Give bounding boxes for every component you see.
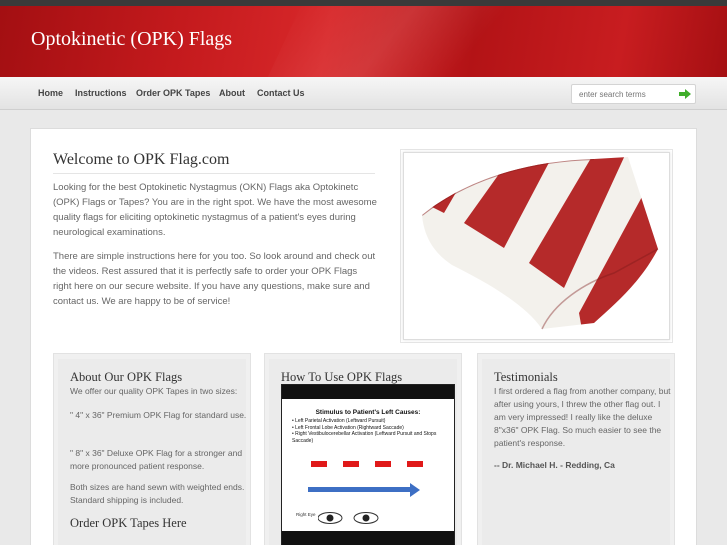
site-title[interactable]: Optokinetic (OPK) Flags (31, 28, 232, 51)
testimonials-box-inner: Testimonials I first ordered a flag from… (482, 359, 671, 545)
testimonials-box: Testimonials I first ordered a flag from… (477, 353, 675, 545)
search-input[interactable] (572, 85, 672, 103)
welcome-title: Welcome to OPK Flag.com (53, 151, 230, 168)
red-stripe (375, 461, 391, 467)
stimulus-item: Right Vestibulocerebellar Activation (Le… (292, 431, 452, 444)
red-stripe (407, 461, 423, 467)
opk-flag-image (422, 157, 659, 330)
nav-about[interactable]: About (219, 88, 245, 98)
nav-home[interactable]: Home (38, 88, 63, 98)
green-arrow-icon[interactable] (678, 88, 692, 100)
search-box (571, 84, 696, 104)
red-stripe (343, 461, 359, 467)
about-line-4: Both sizes are hand sewn with weighted e… (70, 482, 245, 505)
opk-flag-photo (403, 152, 670, 340)
red-stripe (311, 461, 327, 467)
about-line-2: " 4" x 36" Premium OPK Flag for standard… (70, 410, 247, 420)
howto-box: How To Use OPK Flags Stimulus to Patient… (264, 353, 462, 545)
testimonial-credit: -- Dr. Michael H. - Redding, Ca (494, 460, 615, 470)
about-title: About Our OPK Flags (70, 370, 183, 384)
testimonial-quote: I first ordered a flag from another comp… (494, 386, 671, 448)
welcome-paragraph-2: There are simple instructions here for y… (53, 251, 376, 307)
site-header: Optokinetic (OPK) Flags (0, 6, 727, 77)
about-box-inner: About Our OPK Flags We offer our quality… (58, 359, 246, 545)
direction-arrow-head (410, 483, 420, 497)
direction-arrow (308, 487, 412, 492)
title-divider (53, 173, 375, 174)
welcome-paragraph-1: Looking for the best Optokinetic Nystagm… (53, 182, 377, 238)
about-box: About Our OPK Flags We offer our quality… (53, 353, 251, 545)
nav-instructions[interactable]: Instructions (75, 88, 127, 98)
testimonials-title: Testimonials (494, 370, 558, 384)
main-content: Welcome to OPK Flag.com Looking for the … (30, 128, 697, 545)
order-title[interactable]: Order OPK Tapes Here (70, 516, 187, 531)
nav-order-opk-tapes[interactable]: Order OPK Tapes (136, 88, 210, 98)
stimulus-title: Stimulus to Patient's Left Causes: (315, 409, 421, 416)
eye-label: Right Eye (296, 512, 316, 517)
stimulus-list: Left Parietal Activation (Leftward Pursu… (292, 418, 452, 444)
video-bottom-bar (282, 531, 454, 545)
video-top-bar (282, 385, 454, 399)
about-line-1: We offer our quality OPK Tapes in two si… (70, 386, 238, 396)
eyes-icon (318, 512, 379, 524)
howto-title: How To Use OPK Flags (281, 370, 403, 384)
about-line-3: " 8" x 36" Deluxe OPK Flag for a stronge… (70, 448, 243, 471)
howto-video[interactable]: Stimulus to Patient's Left Causes: Left … (281, 384, 455, 545)
nav-contact-us[interactable]: Contact Us (257, 88, 305, 98)
